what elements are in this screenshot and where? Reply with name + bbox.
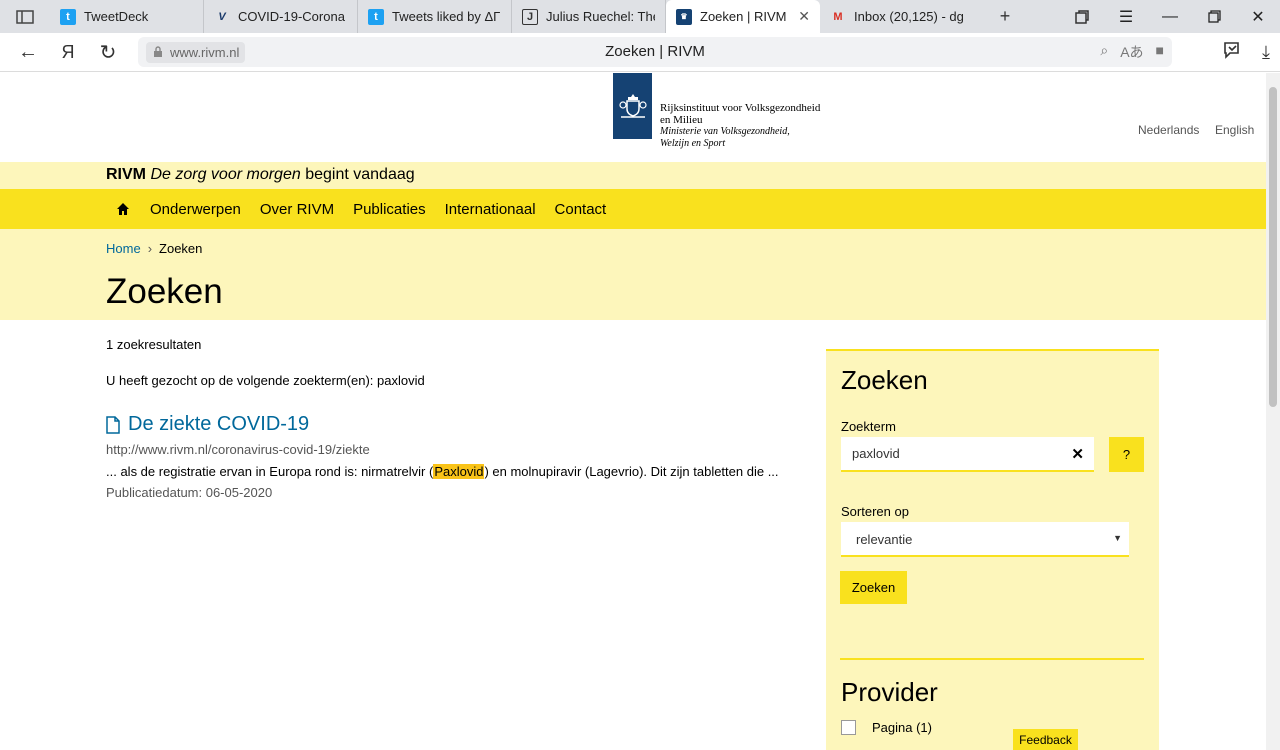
site-header: Rijksinstituut voor Volksgezondheid en M… [0,73,1266,162]
page-scrollbar[interactable] [1266,73,1280,750]
feedback-button[interactable]: Feedback [1013,729,1078,750]
reader-icon[interactable] [1222,40,1244,65]
minimize-icon[interactable]: — [1148,0,1192,33]
result-item: De ziekte COVID-19 http://www.rivm.nl/co… [106,413,806,500]
sort-select[interactable]: relevantie ▼ [841,522,1129,557]
search-sidebar: Zoeken Zoekterm paxlovid ✕ ? Sorteren op… [826,349,1159,750]
lang-nederlands-link[interactable]: Nederlands [1138,123,1199,137]
result-snippet: ... als de registratie ervan in Europa r… [106,464,779,479]
tagline: RIVM De zorg voor morgen begint vandaag [106,166,415,183]
search-submit-button[interactable]: Zoeken [840,571,907,604]
tagline-bar: RIVM De zorg voor morgen begint vandaag [0,162,1266,189]
lang-english-link[interactable]: English [1215,123,1254,137]
provider-filter-pagina[interactable]: Pagina (1) [841,720,932,735]
nav-internationaal[interactable]: Internationaal [445,201,536,218]
dropdown-arrow-icon: ▼ [1113,533,1122,543]
rivm-logo[interactable]: Rijksinstituut voor Volksgezondheid en M… [613,73,820,150]
sidebar-toggle-icon[interactable] [0,0,50,33]
nav-contact[interactable]: Contact [555,201,607,218]
nav-onderwerpen[interactable]: Onderwerpen [150,201,241,218]
result-title-link[interactable]: De ziekte COVID-19 [106,413,806,436]
close-tab-icon[interactable]: ✕ [798,8,810,25]
rivm-icon: ♛ [676,8,692,25]
v-icon: V [218,10,226,23]
nav-publicaties[interactable]: Publicaties [353,201,426,218]
reload-icon[interactable]: ↻ [88,33,128,72]
restore-icon[interactable] [1192,0,1236,33]
web-page: Rijksinstituut voor Volksgezondheid en M… [0,73,1266,750]
menu-icon[interactable]: ☰ [1104,0,1148,33]
browser-tab-bar: t TweetDeck V COVID-19-Corona G t Tweets… [0,0,1280,33]
browser-tab[interactable]: J Julius Ruechel: The [512,0,666,33]
result-url: http://www.rivm.nl/coronavirus-covid-19/… [106,442,370,457]
page-icon: J [522,8,538,25]
home-icon[interactable] [116,202,130,216]
org-name-line2: en Milieu [660,114,703,126]
org-name-line1: Rijksinstituut voor Volksgezondheid [660,102,821,114]
download-icon[interactable]: ⤓ [1262,42,1270,63]
query-summary: U heeft gezocht op de volgende zoekterm(… [106,373,425,388]
search-results: 1 zoekresultaten U heeft gezocht op de v… [106,337,806,500]
collections-icon[interactable] [1060,0,1104,33]
browser-tab[interactable]: t TweetDeck [50,0,204,33]
twitter-icon: t [60,8,76,25]
search-term-label: Zoekterm [841,419,896,434]
lock-icon [154,45,162,57]
browser-tab[interactable]: M Inbox (20,125) - dg@ [820,0,974,33]
provider-heading: Provider [841,677,938,707]
yandex-icon[interactable]: Я [48,33,88,72]
help-button[interactable]: ? [1109,437,1144,472]
url-field[interactable]: www.rivm.nl Zoeken | RIVM ⌕ Aあ ■ [138,37,1172,67]
sort-label: Sorteren op [841,504,909,519]
twitter-icon: t [368,8,384,25]
checkbox[interactable] [841,720,856,735]
close-window-icon[interactable]: ✕ [1236,0,1280,33]
clear-icon[interactable]: ✕ [1071,445,1084,463]
translate-icon[interactable]: Aあ [1120,42,1143,62]
page-title: Zoeken [106,272,223,311]
search-highlight: Paxlovid [433,464,485,479]
result-date: Publicatiedatum: 06-05-2020 [106,485,273,500]
main-navigation: Onderwerpen Over RIVM Publicaties Intern… [0,189,1266,229]
browser-tab[interactable]: V COVID-19-Corona G [204,0,358,33]
ministry-line1: Ministerie van Volksgezondheid, [660,126,790,137]
result-count: 1 zoekresultaten [106,337,202,352]
omnibox-page-title: Zoeken | RIVM [605,43,705,60]
divider [840,658,1144,660]
title-zone: Home › Zoeken Zoeken [0,229,1266,320]
gmail-icon: M [833,10,843,23]
coat-of-arms-icon [613,73,652,139]
new-tab-icon[interactable]: + [984,0,1026,33]
address-bar: ← Я ↻ www.rivm.nl Zoeken | RIVM ⌕ Aあ ■ ⤓ [0,33,1280,72]
url-domain: www.rivm.nl [146,41,246,63]
browser-tab-active[interactable]: ♛ Zoeken | RIVM ✕ [666,0,820,33]
ministry-line2: Welzijn en Sport [660,138,726,149]
back-icon[interactable]: ← [8,33,48,72]
breadcrumb-separator-icon: › [147,241,153,256]
search-page-icon[interactable]: ⌕ [1100,42,1108,62]
breadcrumb-current: Zoeken [159,241,203,256]
scrollbar-thumb[interactable] [1269,87,1277,407]
sidebar-title: Zoeken [841,365,928,395]
bookmark-icon[interactable]: ■ [1156,42,1164,62]
breadcrumb: Home › Zoeken [106,241,202,256]
search-term-input[interactable]: paxlovid ✕ [841,437,1094,472]
nav-over-rivm[interactable]: Over RIVM [260,201,334,218]
browser-tab[interactable]: t Tweets liked by ΔΓ [358,0,512,33]
breadcrumb-home-link[interactable]: Home [106,241,141,256]
document-icon [106,415,120,434]
